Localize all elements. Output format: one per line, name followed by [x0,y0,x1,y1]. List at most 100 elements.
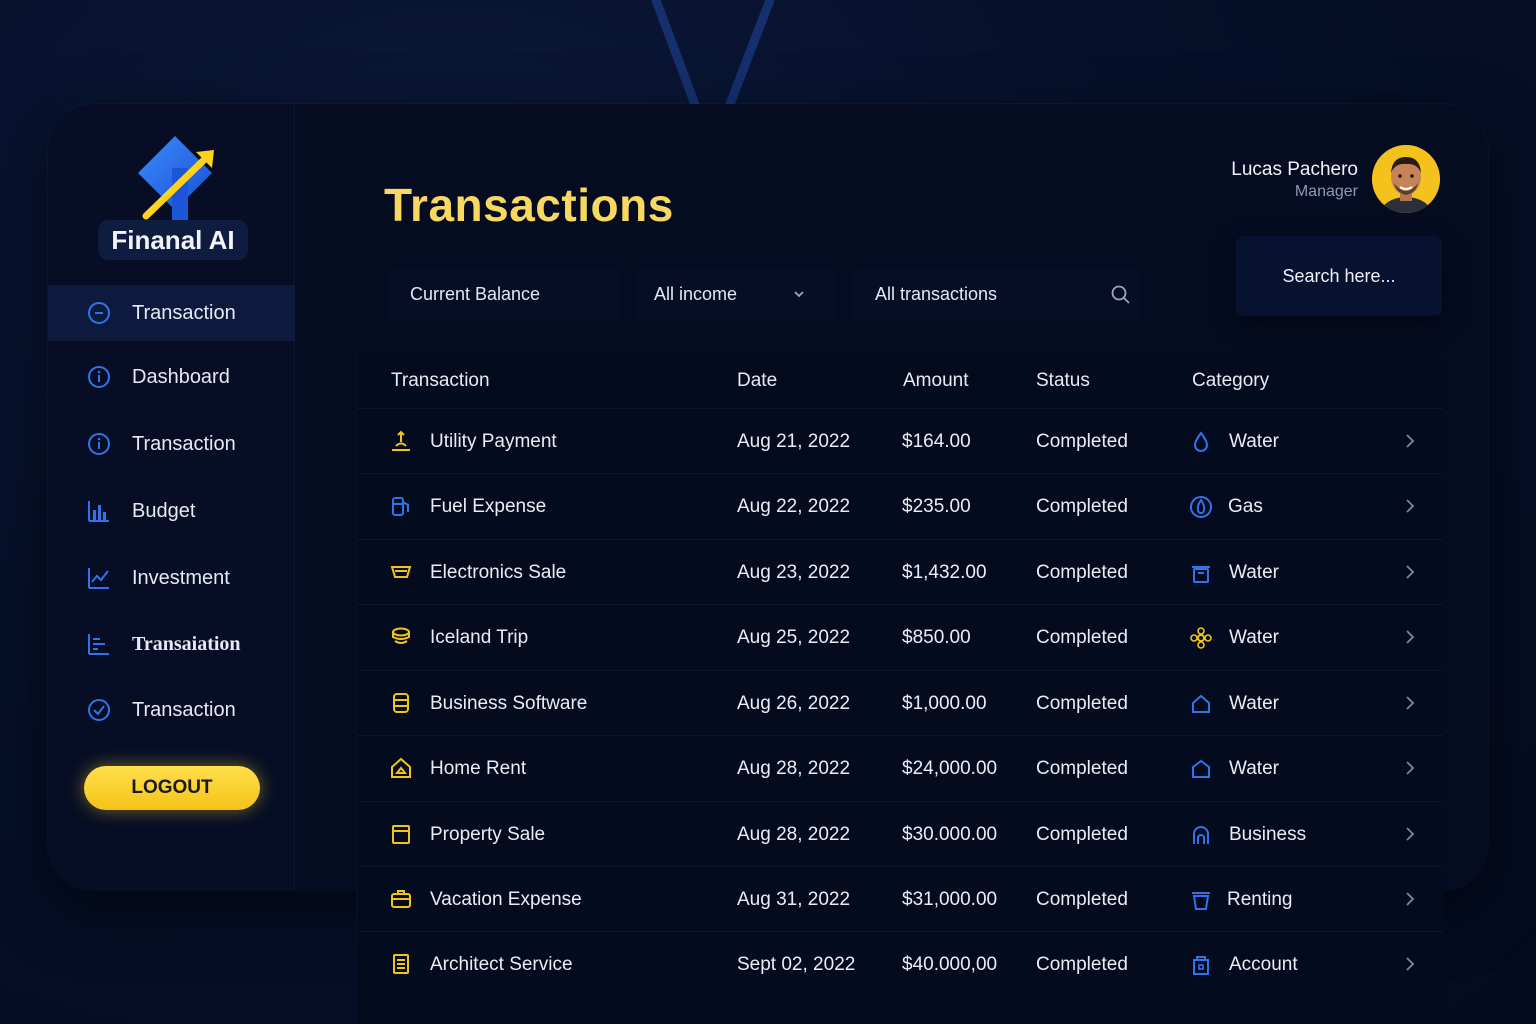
page-title: Transactions [384,179,674,231]
transaction-amount: $24,000.00 [902,758,998,779]
sidebar-item-label: Transaction [132,301,236,324]
transaction-name: Architect Service [430,954,573,975]
transaction-name: Home Rent [430,758,527,779]
column-header-transaction[interactable]: Transaction [391,370,490,392]
transaction-status: Completed [1036,496,1128,517]
sidebar-item-budget[interactable]: Budget [48,483,294,539]
transaction-date: Aug 28, 2022 [737,758,851,779]
app-name: Finanal AI [98,220,248,260]
transaction-date: Aug 31, 2022 [737,889,851,910]
sidebar-item-investment[interactable]: Investment [48,550,294,606]
transaction-status: Completed [1036,693,1128,714]
search-icon[interactable] [1110,284,1132,306]
line-chart-icon [88,568,109,589]
sidebar-item-transaction[interactable]: Transaction [48,285,294,341]
transactions-table: Transaction Date Amount Status Category … [356,356,1443,1024]
chevron-right-icon[interactable] [1403,824,1417,844]
transaction-date: Aug 23, 2022 [737,562,851,583]
chevron-right-icon[interactable] [1403,758,1417,778]
sidebar-item-transaction-2[interactable]: Transaction [48,416,294,472]
transaction-name: Iceland Trip [430,627,529,648]
transaction-category: Business [1229,824,1307,845]
table-row[interactable]: Utility Payment Aug 21, 2022 $164.00 Com… [357,408,1443,474]
sidebar-item-label: Transaction [132,432,236,455]
sidebar-item-dashboard[interactable]: Dashboard [48,349,294,405]
box-icon [392,825,410,844]
sidebar-item-transaiation[interactable]: Transaiation [48,616,294,672]
chevron-right-icon[interactable] [1403,496,1417,516]
current-balance-filter[interactable]: Current Balance [386,268,622,320]
column-header-amount[interactable]: Amount [903,370,968,392]
bin-icon [1192,566,1210,583]
user-profile[interactable]: Lucas Pachero Manager [1180,145,1440,217]
transaction-category: Gas [1228,496,1263,517]
transaction-amount: $31,000.00 [902,889,998,910]
suitcase-icon [391,890,411,908]
transaction-status: Completed [1036,824,1128,845]
transaction-name: Electronics Sale [430,562,567,583]
sidebar-item-label: Dashboard [132,365,230,388]
transaction-date: Aug 21, 2022 [737,431,851,452]
income-dropdown[interactable]: All income [634,268,836,320]
transaction-amount: $1,432.00 [902,562,987,583]
transaction-amount: $30.000.00 [902,824,998,845]
user-name: Lucas Pachero [1231,159,1358,180]
transaction-name: Fuel Expense [430,496,547,517]
table-row[interactable]: Vacation Expense Aug 31, 2022 $31,000.00… [357,866,1443,932]
flower-icon [1190,627,1212,649]
chevron-down-icon [794,291,804,298]
chevron-right-icon[interactable] [1403,627,1417,647]
transaction-date: Aug 22, 2022 [737,496,851,517]
transaction-amount: $164.00 [902,431,971,452]
coins-icon [392,627,410,644]
transaction-amount: $40.000,00 [902,954,998,975]
transactions-search-filter[interactable]: All transactions [852,268,1140,320]
transaction-category: Water [1229,431,1279,452]
search-input[interactable]: Search here... [1236,236,1442,316]
transaction-status: Completed [1036,758,1128,779]
table-row[interactable]: Architect Service Sept 02, 2022 $40.000,… [357,931,1443,997]
chevron-right-icon[interactable] [1403,889,1417,909]
table-row[interactable]: Iceland Trip Aug 25, 2022 $850.00 Comple… [357,604,1443,670]
transaction-date: Aug 26, 2022 [737,693,851,714]
chevron-right-icon[interactable] [1403,431,1417,451]
utility-icon [392,430,410,451]
filter-label: All income [654,284,738,304]
sidebar-item-label: Transaction [132,698,236,721]
info-circle-icon [88,433,110,455]
table-row[interactable]: Property Sale Aug 28, 2022 $30.000.00 Co… [357,801,1443,867]
list-chart-icon [88,634,109,655]
pentagon-icon [1192,759,1210,778]
fuel-icon [392,497,409,516]
logout-button[interactable]: LOGOUT [84,766,260,810]
chevron-right-icon[interactable] [1403,954,1417,974]
logo-arrow-icon [138,136,214,220]
transaction-name: Utility Payment [430,431,557,452]
column-header-date[interactable]: Date [737,370,777,392]
transaction-category: Water [1229,627,1279,648]
transaction-category: Water [1229,562,1279,583]
database-icon [393,693,409,713]
transaction-date: Aug 25, 2022 [737,627,851,648]
transaction-status: Completed [1036,889,1128,910]
transaction-category: Water [1229,693,1279,714]
transaction-category: Renting [1227,889,1293,910]
building-icon [1193,956,1209,975]
table-row[interactable]: Fuel Expense Aug 22, 2022 $235.00 Comple… [357,473,1443,539]
table-row[interactable]: Home Rent Aug 28, 2022 $24,000.00 Comple… [357,735,1443,801]
sidebar-item-label: Transaiation [132,632,241,655]
transaction-name: Vacation Expense [430,889,582,910]
avatar[interactable] [1372,145,1440,213]
chevron-right-icon[interactable] [1403,562,1417,582]
user-role: Manager [1294,183,1358,200]
transaction-amount: $850.00 [902,627,971,648]
column-header-category[interactable]: Category [1192,370,1269,392]
tray-icon [390,566,412,578]
sidebar-item-transaction-3[interactable]: Transaction [48,682,294,738]
column-header-status[interactable]: Status [1036,370,1090,392]
transaction-category: Water [1229,758,1279,779]
app-logo[interactable]: Finanal AI [98,134,248,264]
table-row[interactable]: Business Software Aug 26, 2022 $1,000.00… [357,670,1443,736]
table-row[interactable]: Electronics Sale Aug 23, 2022 $1,432.00 … [357,539,1443,605]
chevron-right-icon[interactable] [1403,693,1417,713]
